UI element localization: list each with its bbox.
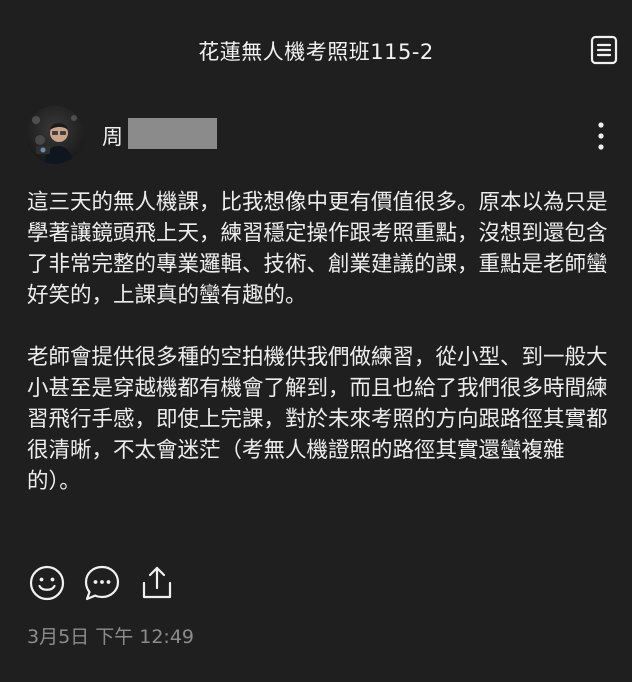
post-actions bbox=[28, 564, 228, 604]
avatar[interactable] bbox=[26, 106, 84, 164]
share-icon bbox=[142, 566, 172, 599]
comment-icon bbox=[84, 565, 120, 601]
post-paragraph: 老師會提供很多種的空拍機供我們做練習，從小型、到一般大小甚至是穿越機都有機會了解… bbox=[27, 345, 608, 494]
menu-button[interactable] bbox=[590, 35, 618, 65]
share-button[interactable] bbox=[138, 564, 176, 602]
profile-photo bbox=[26, 106, 84, 164]
author-name[interactable]: 周 bbox=[102, 121, 123, 151]
name-redaction bbox=[128, 118, 217, 149]
react-button[interactable] bbox=[28, 564, 66, 602]
more-options-button[interactable] bbox=[590, 120, 612, 152]
post-content: 這三天的無人機課，比我想像中更有價值很多。原本以為只是學著讓鏡頭飛上天，練習穩定… bbox=[27, 187, 609, 497]
app-header: 花蓮無人機考照班115-2 bbox=[0, 0, 632, 100]
post-author-row: 周 bbox=[0, 100, 632, 170]
vertical-dots-icon bbox=[598, 122, 604, 150]
page-title: 花蓮無人機考照班115-2 bbox=[198, 40, 434, 64]
list-icon bbox=[590, 35, 618, 65]
post-paragraph: 這三天的無人機課，比我想像中更有價值很多。原本以為只是學著讓鏡頭飛上天，練習穩定… bbox=[27, 190, 608, 308]
post-timestamp: 3月5日 下午 12:49 bbox=[27, 626, 195, 648]
smile-icon bbox=[29, 565, 65, 601]
comment-button[interactable] bbox=[83, 564, 121, 602]
